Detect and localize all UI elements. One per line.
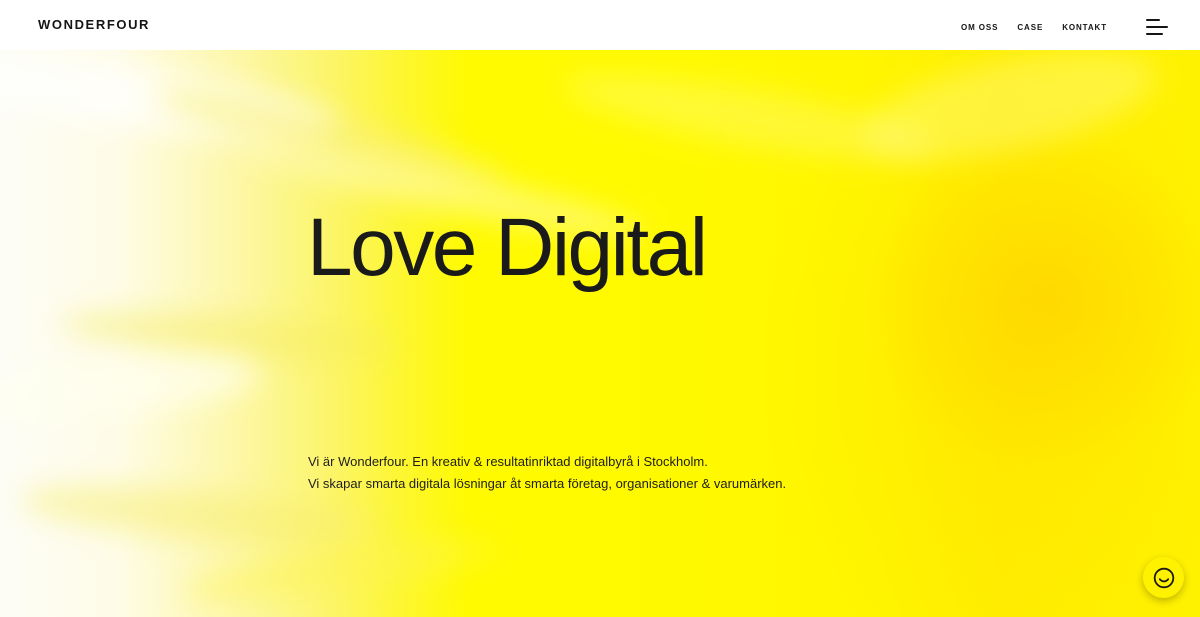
hero-line-1: Vi är Wonderfour. En kreativ & resultati… [308, 454, 708, 469]
site-header: WONDERFOUR OM OSS CASE KONTAKT [0, 0, 1200, 50]
main-nav: OM OSS CASE KONTAKT [961, 23, 1107, 32]
chat-button[interactable] [1143, 557, 1184, 598]
nav-link-om-oss[interactable]: OM OSS [961, 23, 998, 32]
texture-streak [59, 303, 401, 367]
texture-streak [0, 50, 343, 157]
hamburger-menu-icon[interactable] [1146, 19, 1168, 37]
nav-link-kontakt[interactable]: KONTAKT [1062, 23, 1107, 32]
site-logo[interactable]: WONDERFOUR [38, 17, 150, 32]
smiley-chat-icon [1153, 567, 1174, 588]
texture-streak [853, 50, 1167, 181]
hero-line-2: Vi skapar smarta digitala lösningar åt s… [308, 476, 787, 491]
hero-title: Love Digital [307, 202, 708, 293]
hero-section: Love Digital Vi är Wonderfour. En kreati… [0, 50, 1200, 617]
menu-line-bottom [1146, 33, 1163, 35]
hero-description: Vi är Wonderfour. En kreativ & resultati… [308, 451, 786, 495]
texture-streak [0, 345, 263, 430]
menu-line-top [1146, 19, 1160, 21]
menu-line-middle [1146, 26, 1168, 28]
texture-streak [558, 57, 942, 178]
texture-streak [178, 527, 502, 613]
nav-link-case[interactable]: CASE [1017, 23, 1043, 32]
texture-streak [149, 72, 511, 203]
